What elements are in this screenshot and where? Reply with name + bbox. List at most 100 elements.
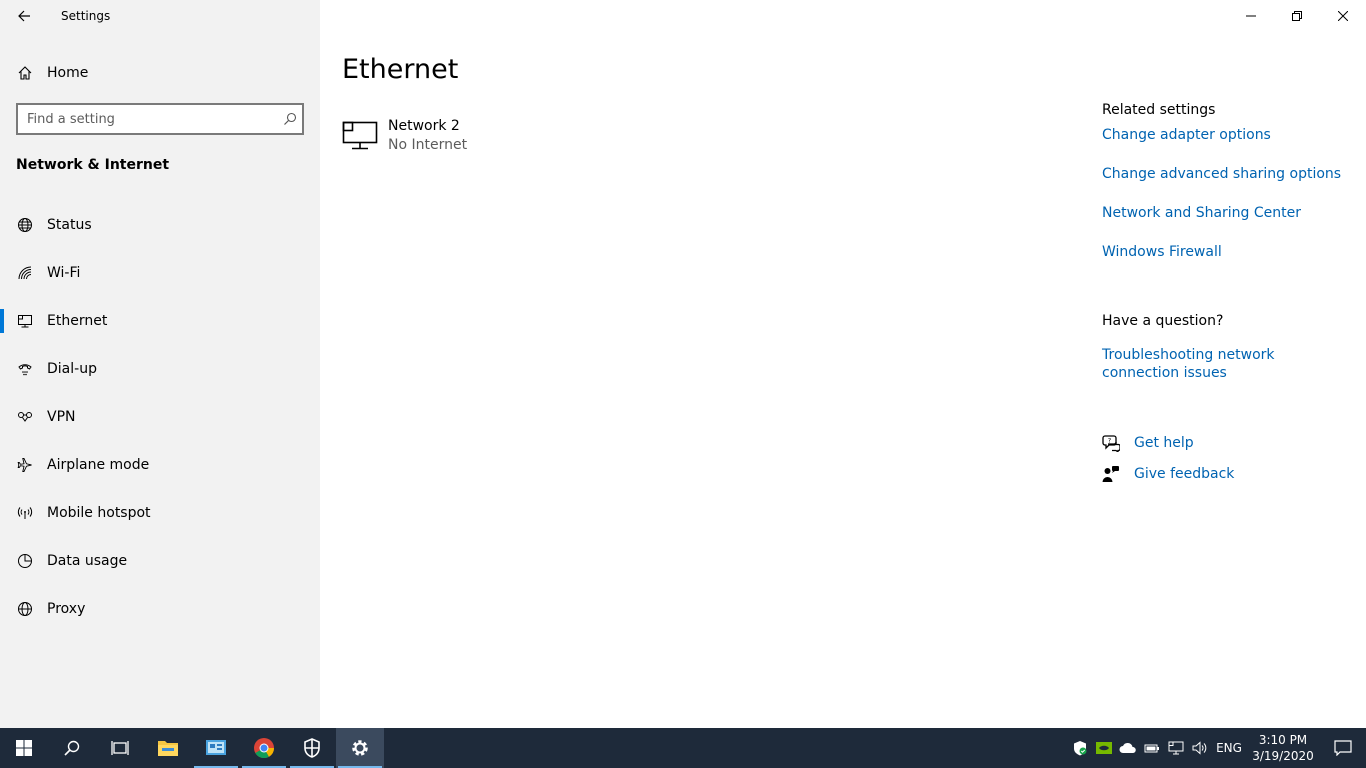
app-title: Settings [61,9,111,23]
control-panel-icon [206,740,226,755]
help-list: ? Get help Give feedback [1102,433,1234,495]
search-icon[interactable] [278,112,302,126]
search-taskbar-button[interactable] [48,728,96,768]
restore-button[interactable] [1274,0,1320,32]
question-heading: Have a question? [1102,313,1224,329]
file-explorer-button[interactable] [144,728,192,768]
wifi-icon [16,264,34,282]
sidebar-item-wifi[interactable]: Wi-Fi [0,249,320,297]
change-advanced-sharing-link[interactable]: Change advanced sharing options [1102,165,1352,183]
home-label: Home [47,65,89,81]
sidebar-item-dialup[interactable]: Dial-up [0,345,320,393]
sidebar-item-status[interactable]: Status [0,201,320,249]
home-nav-item[interactable]: Home [0,57,320,89]
search-icon [64,740,80,756]
task-view-icon [111,741,129,755]
get-help-icon: ? [1102,434,1120,452]
windows-firewall-link[interactable]: Windows Firewall [1102,243,1352,261]
gear-icon [352,740,368,756]
dialup-icon [16,360,34,378]
title-bar: Settings [0,0,320,32]
nvidia-tray-icon[interactable] [1092,728,1116,768]
control-panel-button[interactable] [192,728,240,768]
sidebar-item-ethernet[interactable]: Ethernet [0,297,320,345]
section-title: Network & Internet [16,157,170,173]
shield-icon [304,738,320,758]
restore-icon [1292,11,1302,21]
clock-time: 3:10 PM [1258,733,1308,747]
network-item[interactable]: Network 2 No Internet [342,117,467,155]
home-icon [16,64,34,82]
sidebar-item-mobile-hotspot[interactable]: Mobile hotspot [0,489,320,537]
svg-text:?: ? [1108,437,1111,445]
proxy-icon [16,600,34,618]
sidebar-item-label: Wi-Fi [47,265,81,281]
question-section: Have a question? Troubleshooting network… [1102,313,1352,382]
search-input[interactable] [18,111,278,127]
taskbar: ENG 3:10 PM 3/19/2020 [0,728,1366,768]
sidebar-item-label: Mobile hotspot [47,505,151,521]
sidebar-item-data-usage[interactable]: Data usage [0,537,320,585]
system-tray: ENG 3:10 PM 3/19/2020 [1068,728,1366,768]
nav-list: Status Wi-Fi Ethernet Dial-up VPN Airpla… [0,201,320,633]
window-controls [1228,0,1366,32]
onedrive-icon[interactable] [1116,728,1140,768]
network-name: Network 2 [388,118,460,134]
globe-icon [16,216,34,234]
give-feedback-link[interactable]: Give feedback [1134,465,1234,483]
chrome-button[interactable] [240,728,288,768]
minimize-icon [1246,15,1256,17]
action-center-button[interactable] [1320,728,1366,768]
related-settings: Related settings Change adapter options … [1102,102,1352,282]
language-indicator[interactable]: ENG [1212,741,1246,755]
ethernet-network-icon [342,121,378,150]
give-feedback-icon [1102,465,1120,483]
sidebar: Settings Home Network & Internet Status … [0,0,320,728]
get-help-item[interactable]: ? Get help [1102,433,1234,453]
network-tray-icon[interactable] [1164,728,1188,768]
notification-icon [1334,740,1352,756]
ethernet-icon [16,312,34,330]
page-title: Ethernet [342,54,459,85]
task-view-button[interactable] [96,728,144,768]
sidebar-item-label: Ethernet [47,313,108,329]
hotspot-icon [16,504,34,522]
windows-logo-icon [16,740,32,756]
close-button[interactable] [1320,0,1366,32]
vpn-icon [16,408,34,426]
sidebar-item-label: Dial-up [47,361,97,377]
volume-icon[interactable] [1188,728,1212,768]
sidebar-item-label: VPN [47,409,76,425]
windows-security-button[interactable] [288,728,336,768]
start-button[interactable] [0,728,48,768]
clock-date: 3/19/2020 [1252,749,1314,763]
sidebar-item-label: Airplane mode [47,457,150,473]
minimize-button[interactable] [1228,0,1274,32]
search-box[interactable] [16,103,304,135]
troubleshooting-link[interactable]: Troubleshooting network connection issue… [1102,346,1352,382]
give-feedback-item[interactable]: Give feedback [1102,464,1234,484]
sidebar-item-label: Proxy [47,601,86,617]
sidebar-item-label: Data usage [47,553,128,569]
folder-icon [158,741,178,756]
settings-taskbar-button[interactable] [336,728,384,768]
data-usage-icon [16,552,34,570]
related-settings-heading: Related settings [1102,102,1216,118]
battery-icon[interactable] [1140,728,1164,768]
get-help-link[interactable]: Get help [1134,434,1194,452]
clock[interactable]: 3:10 PM 3/19/2020 [1246,732,1320,764]
main-content: Ethernet Network 2 No Internet Related s… [320,0,1366,728]
sidebar-item-vpn[interactable]: VPN [0,393,320,441]
sidebar-item-airplane-mode[interactable]: Airplane mode [0,441,320,489]
network-text: Network 2 No Internet [388,117,467,155]
back-button[interactable] [0,0,48,32]
related-links: Change adapter options Change advanced s… [1102,126,1352,261]
close-icon [1338,11,1348,21]
change-adapter-options-link[interactable]: Change adapter options [1102,126,1352,144]
defender-tray-icon[interactable] [1068,728,1092,768]
network-sharing-center-link[interactable]: Network and Sharing Center [1102,204,1352,222]
airplane-icon [16,456,34,474]
sidebar-item-proxy[interactable]: Proxy [0,585,320,633]
sidebar-item-label: Status [47,217,92,233]
network-status: No Internet [388,137,468,153]
